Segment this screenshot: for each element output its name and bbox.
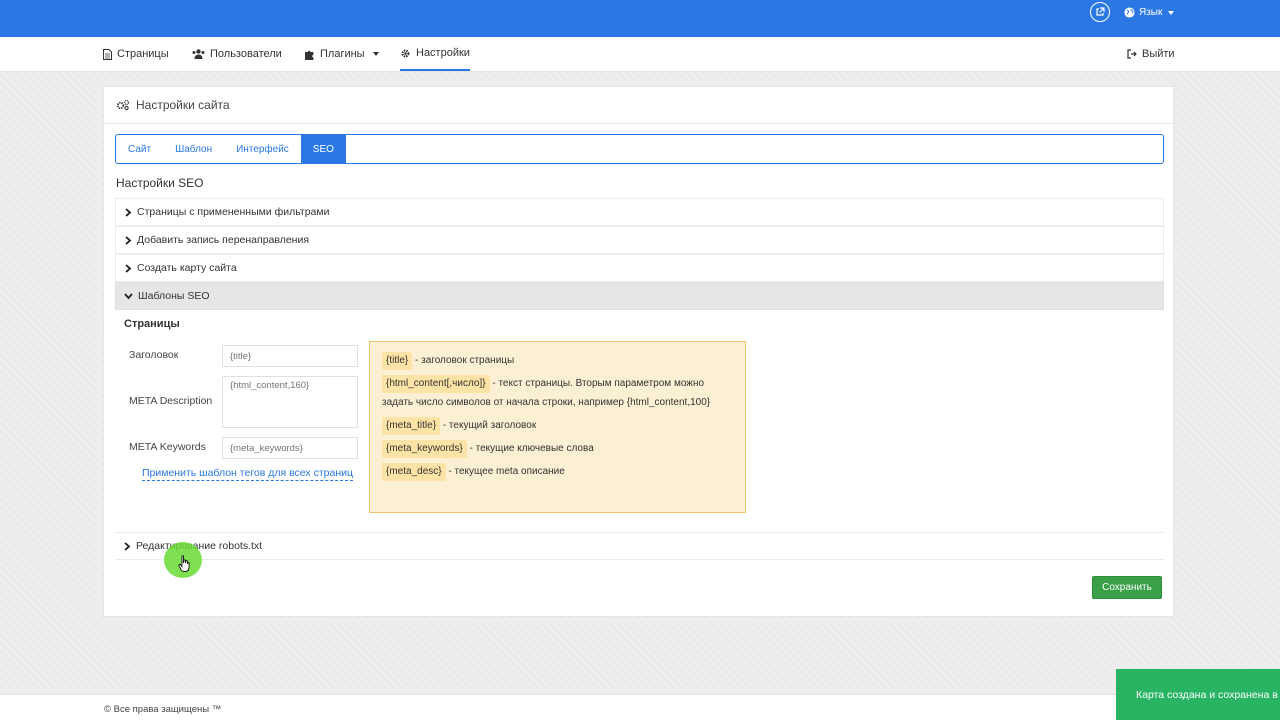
globe-icon xyxy=(1124,7,1135,18)
tab-site[interactable]: Сайт xyxy=(116,135,163,163)
chevron-right-icon xyxy=(125,207,132,217)
puzzle-icon xyxy=(305,50,314,60)
main-navbar: Страницы Пользователи Плагины Настройки … xyxy=(0,37,1280,72)
copyright-text: © Все права защищены ™ xyxy=(104,704,222,715)
meta-keywords-label: META Keywords xyxy=(129,441,206,453)
gear-icon xyxy=(401,49,410,57)
language-label: Язык xyxy=(1139,7,1163,18)
chevron-down-icon xyxy=(124,293,133,300)
nav-users[interactable]: Пользователи xyxy=(192,37,282,71)
cogs-icon xyxy=(116,99,130,111)
sign-out-icon xyxy=(1127,49,1137,59)
language-dropdown[interactable]: Язык xyxy=(1124,7,1175,18)
meta-description-textarea[interactable] xyxy=(222,376,358,428)
top-bar: Язык xyxy=(0,0,1280,37)
title-label: Заголовок xyxy=(129,349,179,361)
accordion-seo-templates[interactable]: Шаблоны SEO xyxy=(115,282,1164,310)
title-template-input[interactable] xyxy=(222,345,358,367)
nav-pages[interactable]: Страницы xyxy=(103,37,169,71)
chevron-down-icon xyxy=(1168,10,1175,15)
help-item: {meta_keywords} - текущие ключевые слова xyxy=(382,439,733,458)
apply-template-link[interactable]: Применить шаблон тегов для всех страниц xyxy=(142,467,353,481)
help-item: {meta_title} - текущий заголовок xyxy=(382,416,733,435)
chevron-right-icon xyxy=(124,541,131,551)
site-settings-panel: Настройки сайта Сайт Шаблон Интерфейс SE… xyxy=(103,86,1174,617)
tab-template[interactable]: Шаблон xyxy=(163,135,224,163)
panel-title: Настройки сайта xyxy=(136,98,230,112)
external-link-icon[interactable] xyxy=(1090,2,1110,22)
chevron-down-icon xyxy=(372,52,379,56)
help-item: {title} - заголовок страницы xyxy=(382,351,733,370)
tab-seo[interactable]: SEO xyxy=(300,135,346,163)
settings-tabs: Сайт Шаблон Интерфейс SEO xyxy=(115,134,1164,164)
seo-section-title: Настройки SEO xyxy=(116,176,204,190)
accordion-robots[interactable]: Редактирование robots.txt xyxy=(115,532,1164,560)
footer: © Все права защищены ™ xyxy=(0,694,1280,721)
logout-link[interactable]: Выйти xyxy=(1127,37,1175,71)
accordion-filtered-pages[interactable]: Страницы с примененными фильтрами xyxy=(115,198,1164,226)
nav-settings[interactable]: Настройки xyxy=(400,37,470,71)
success-toast: Карта создана и сохранена в xyxy=(1116,669,1280,720)
pages-subheading: Страницы xyxy=(124,318,180,330)
accordion-add-redirect[interactable]: Добавить запись перенаправления xyxy=(115,226,1164,254)
chevron-right-icon xyxy=(125,235,132,245)
users-icon xyxy=(192,49,205,59)
meta-description-label: META Description xyxy=(129,395,213,407)
panel-header: Настройки сайта xyxy=(104,87,1173,124)
chevron-right-icon xyxy=(125,263,132,273)
hand-cursor-icon xyxy=(178,555,190,572)
meta-keywords-input[interactable] xyxy=(222,437,358,459)
document-icon xyxy=(103,48,112,60)
help-item: {meta_desc} - текущее meta описание xyxy=(382,462,733,481)
tab-interface[interactable]: Интерфейс xyxy=(224,135,301,163)
help-item: {html_content[,число]} - текст страницы.… xyxy=(382,374,733,412)
accordion-sitemap[interactable]: Создать карту сайта xyxy=(115,254,1164,282)
save-button[interactable]: Сохранить xyxy=(1092,576,1162,599)
template-tags-help: {title} - заголовок страницы {html_conte… xyxy=(369,341,746,513)
nav-plugins[interactable]: Плагины xyxy=(304,37,379,71)
